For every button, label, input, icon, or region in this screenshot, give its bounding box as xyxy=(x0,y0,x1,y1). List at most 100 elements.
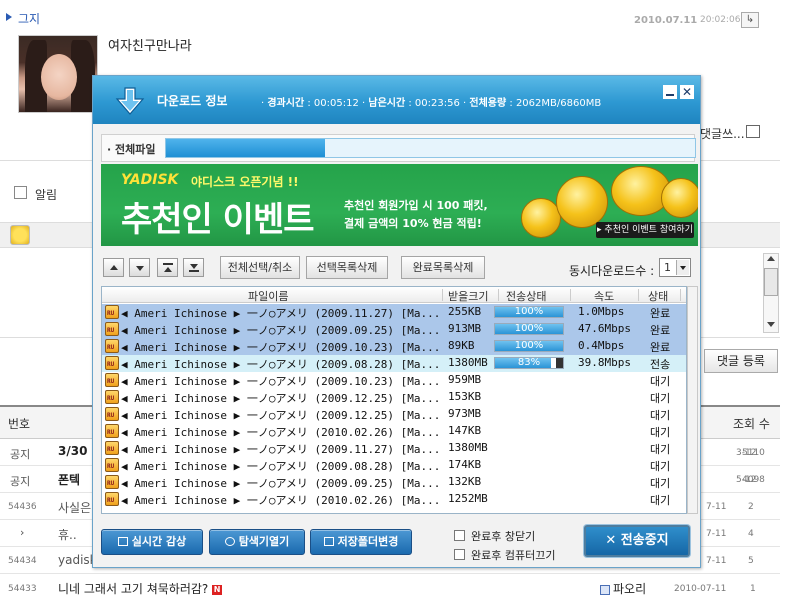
file-row[interactable]: ◀ Ameri Ichinose ▶ 一ノ○アメリ (2009.09.25) [… xyxy=(102,474,686,491)
dialog-title-bar[interactable]: 다운로드 정보 · 경과시간 : 00:05:12 · 남은시간 : 00:23… xyxy=(93,76,700,124)
file-icon xyxy=(105,407,119,421)
file-row[interactable]: ◀ Ameri Ichinose ▶ 一ノ○アメリ (2009.08.28) [… xyxy=(102,355,686,372)
row-title[interactable]: 사실은 xyxy=(58,499,91,516)
move-down-button[interactable] xyxy=(129,258,150,277)
row-author[interactable]: 파오리 xyxy=(600,580,646,597)
file-progress-bar: 100% xyxy=(494,340,564,352)
concurrent-select[interactable]: 1 xyxy=(659,258,691,277)
select-all-button[interactable]: 전체선택/취소 xyxy=(220,256,300,279)
row-views: 2 xyxy=(748,502,754,512)
file-row[interactable]: ◀ Ameri Ichinose ▶ 一ノ○アメリ (2009.10.23) [… xyxy=(102,338,686,355)
file-name: ◀ Ameri Ichinose ▶ 一ノ○アメリ (2009.09.25) [… xyxy=(121,477,441,490)
chevron-down-icon[interactable] xyxy=(676,260,689,275)
elapsed-label: 경과시간 xyxy=(267,98,305,109)
dialog-title: 다운로드 정보 xyxy=(157,94,228,108)
reply-icon[interactable]: ↳ xyxy=(741,12,759,28)
stop-transfer-button[interactable]: ✕ 전송중지 xyxy=(584,525,690,557)
move-top-button[interactable] xyxy=(157,258,178,277)
file-row[interactable]: ◀ Ameri Ichinose ▶ 一ノ○アメリ (2009.10.23) [… xyxy=(102,372,686,389)
shutdown-after-checkbox[interactable] xyxy=(454,549,465,560)
file-icon xyxy=(105,424,119,438)
file-size: 1380MB xyxy=(448,441,488,454)
file-row[interactable]: ◀ Ameri Ichinose ▶ 一ノ○アメリ (2010.02.26) [… xyxy=(102,423,686,440)
shutdown-after-label: 완료후 컴퓨터끄기 xyxy=(471,549,556,562)
alert-checkbox[interactable] xyxy=(14,186,27,199)
column-filename[interactable]: 파일이름 xyxy=(248,288,288,304)
user-icon xyxy=(600,584,610,595)
file-status: 대기 xyxy=(650,477,671,490)
row-title[interactable]: 폰텍 xyxy=(58,471,80,488)
file-row[interactable]: ◀ Ameri Ichinose ▶ 一ノ○アメリ (2009.09.25) [… xyxy=(102,321,686,338)
file-speed: 0.4Mbps xyxy=(578,339,625,352)
ad-description-2: 결제 금액의 10% 현금 적립! xyxy=(344,217,482,230)
post-author[interactable]: 그지 xyxy=(18,10,40,27)
file-row[interactable]: ◀ Ameri Ichinose ▶ 一ノ○アメリ (2010.02.26) [… xyxy=(102,491,686,508)
close-after-label: 완료후 창닫기 xyxy=(471,530,536,543)
ad-banner[interactable]: YADISK 야디스크 오픈기념 !! 추천인 이벤트 추천인 회원가입 시 1… xyxy=(101,164,698,246)
file-size: 132KB xyxy=(448,475,482,488)
row-title[interactable]: 니네 그래서 고기 쳐묵하러감? N xyxy=(58,580,223,597)
file-row[interactable]: ◀ Ameri Ichinose ▶ 一ノ○アメリ (2009.11.27) [… xyxy=(102,440,686,457)
close-after-checkbox[interactable] xyxy=(454,530,465,541)
move-bottom-button[interactable] xyxy=(183,258,204,277)
file-row[interactable]: ◀ Ameri Ichinose ▶ 一ノ○アメリ (2009.08.28) [… xyxy=(102,457,686,474)
minimize-button[interactable] xyxy=(663,85,677,99)
ad-join-button[interactable]: ▸ 추천인 이벤트 참여하기 xyxy=(596,222,694,238)
comment-write-link[interactable]: 댓글쓰... xyxy=(700,125,745,142)
file-row[interactable]: ◀ Ameri Ichinose ▶ 一ノ○アメリ (2009.12.25) [… xyxy=(102,389,686,406)
delete-completed-button[interactable]: 완료목록삭제 xyxy=(401,256,485,279)
emoticon-icon[interactable] xyxy=(10,225,30,245)
file-size: 1252MB xyxy=(448,492,488,505)
file-row[interactable]: ◀ Ameri Ichinose ▶ 一ノ○アメリ (2009.11.27) [… xyxy=(102,304,686,321)
comment-icon[interactable] xyxy=(746,125,760,138)
author-arrow-icon xyxy=(6,13,12,21)
scroll-thumb[interactable] xyxy=(764,268,778,296)
coin-icon xyxy=(661,178,698,218)
comment-submit-button[interactable]: 댓글 등록 xyxy=(704,349,778,373)
row-title[interactable]: 3/30 xyxy=(58,444,87,458)
file-name: ◀ Ameri Ichinose ▶ 一ノ○アメリ (2010.02.26) [… xyxy=(121,426,441,439)
remaining-label: 남은시간 xyxy=(368,98,406,109)
file-list-scrollbar[interactable] xyxy=(687,286,698,514)
scroll-up-icon[interactable] xyxy=(767,256,775,261)
file-name: ◀ Ameri Ichinose ▶ 一ノ○アメリ (2009.10.23) [… xyxy=(121,375,441,388)
file-progress-text: 83% xyxy=(517,357,541,368)
file-name: ◀ Ameri Ichinose ▶ 一ノ○アメリ (2009.11.27) [… xyxy=(121,307,441,320)
alert-label: 알림 xyxy=(35,188,58,202)
column-received[interactable]: 받을크기 xyxy=(448,288,488,304)
file-list[interactable]: 파일이름 받을크기 전송상태 속도 상태 ◀ Ameri Ichinose ▶ … xyxy=(101,286,687,514)
realtime-view-button[interactable]: 실시간 감상 xyxy=(101,529,203,555)
row-title[interactable]: yadisk xyxy=(58,553,97,567)
change-folder-button[interactable]: 저장폴더변경 xyxy=(310,529,412,555)
delete-selected-button[interactable]: 선택목록삭제 xyxy=(306,256,388,279)
download-dialog: 다운로드 정보 · 경과시간 : 00:05:12 · 남은시간 : 00:23… xyxy=(92,75,701,568)
row-title[interactable]: 휴.. xyxy=(58,526,77,543)
monitor-icon xyxy=(117,537,128,546)
close-button[interactable]: ✕ xyxy=(680,85,694,99)
column-status[interactable]: 상태 xyxy=(648,288,668,304)
ad-description-1: 추천인 회원가입 시 100 패킷, xyxy=(344,199,488,212)
file-list-header: 파일이름 받을크기 전송상태 속도 상태 xyxy=(102,287,686,303)
row-number: › xyxy=(20,526,25,539)
arrow-down-icon xyxy=(136,266,144,271)
file-name: ◀ Ameri Ichinose ▶ 一ノ○アメリ (2009.12.25) [… xyxy=(121,409,441,422)
ad-logo: YADISK xyxy=(121,172,179,188)
ad-headline: 추천인 이벤트 xyxy=(121,200,315,240)
file-status: 완료 xyxy=(650,307,671,320)
file-size: 174KB xyxy=(448,458,482,471)
file-name: ◀ Ameri Ichinose ▶ 一ノ○アメリ (2009.08.28) [… xyxy=(121,358,441,371)
file-icon xyxy=(105,475,119,489)
file-icon xyxy=(105,458,119,472)
dialog-footer: 실시간 감상 탐색기열기 저장폴더변경 완료후 창닫기 완료후 컴퓨터끄기 ✕ … xyxy=(93,521,700,567)
file-status: 대기 xyxy=(650,392,671,405)
file-status: 완료 xyxy=(650,324,671,337)
arrow-bottom-icon xyxy=(190,264,198,269)
file-row[interactable]: ◀ Ameri Ichinose ▶ 一ノ○アメリ (2009.12.25) [… xyxy=(102,406,686,423)
scroll-down-icon[interactable] xyxy=(767,322,775,327)
total-size-value: 2062MB/6860MB xyxy=(515,98,602,109)
file-size: 973MB xyxy=(448,407,482,420)
column-speed[interactable]: 속도 xyxy=(594,288,614,304)
move-up-button[interactable] xyxy=(103,258,124,277)
column-transfer[interactable]: 전송상태 xyxy=(506,288,546,304)
open-explorer-button[interactable]: 탐색기열기 xyxy=(209,529,305,555)
